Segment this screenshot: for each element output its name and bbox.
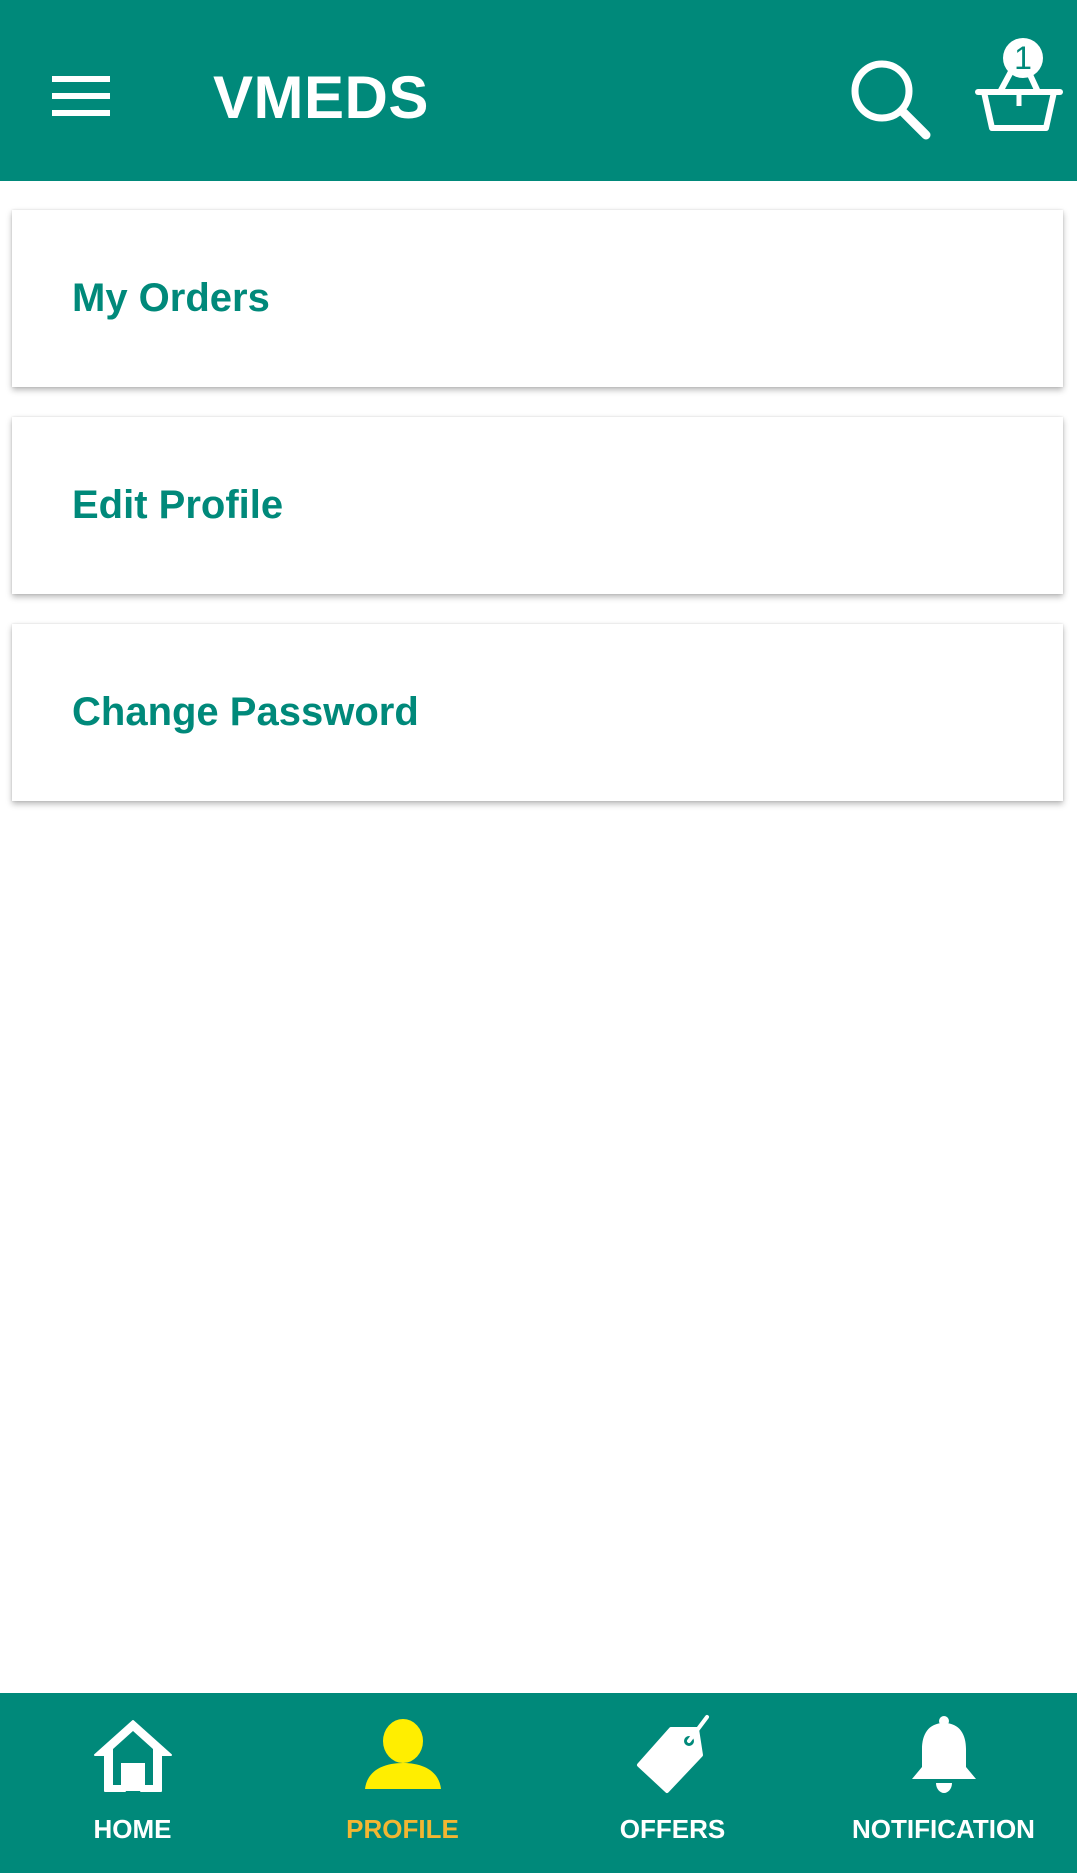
hamburger-menu-icon <box>52 76 110 116</box>
bell-icon <box>911 1716 976 1793</box>
offers-tag-icon <box>636 1715 709 1793</box>
app-bar: VMEDS 1 <box>0 0 1077 181</box>
home-icon <box>93 1720 172 1792</box>
profile-menu-list: My Orders Edit Profile Change Password <box>12 210 1063 831</box>
edit-profile-label: Edit Profile <box>72 483 284 527</box>
my-orders-item[interactable]: My Orders <box>12 210 1063 387</box>
nav-home-label: HOME <box>93 1814 172 1844</box>
app-title: VMEDS <box>213 64 429 131</box>
change-password-item[interactable]: Change Password <box>12 624 1063 801</box>
cart-count-badge: 1 <box>1003 38 1043 78</box>
change-password-label: Change Password <box>72 690 419 734</box>
edit-profile-item[interactable]: Edit Profile <box>12 417 1063 594</box>
nav-profile-label: PROFILE <box>346 1814 459 1844</box>
nav-notification-label: NOTIFICATION <box>852 1814 1035 1844</box>
search-icon <box>851 60 931 140</box>
menu-button[interactable] <box>40 60 120 128</box>
nav-home[interactable]: HOME <box>0 1693 265 1873</box>
search-button[interactable] <box>846 55 934 143</box>
bottom-navigation: HOME PROFILE OFFERS NOTIFICATION <box>0 1693 1077 1873</box>
nav-offers-label: OFFERS <box>619 1814 726 1844</box>
nav-offers[interactable]: OFFERS <box>540 1693 805 1873</box>
nav-profile[interactable]: PROFILE <box>275 1693 530 1873</box>
profile-icon <box>364 1719 441 1789</box>
nav-notification[interactable]: NOTIFICATION <box>810 1693 1077 1873</box>
my-orders-label: My Orders <box>72 276 270 320</box>
